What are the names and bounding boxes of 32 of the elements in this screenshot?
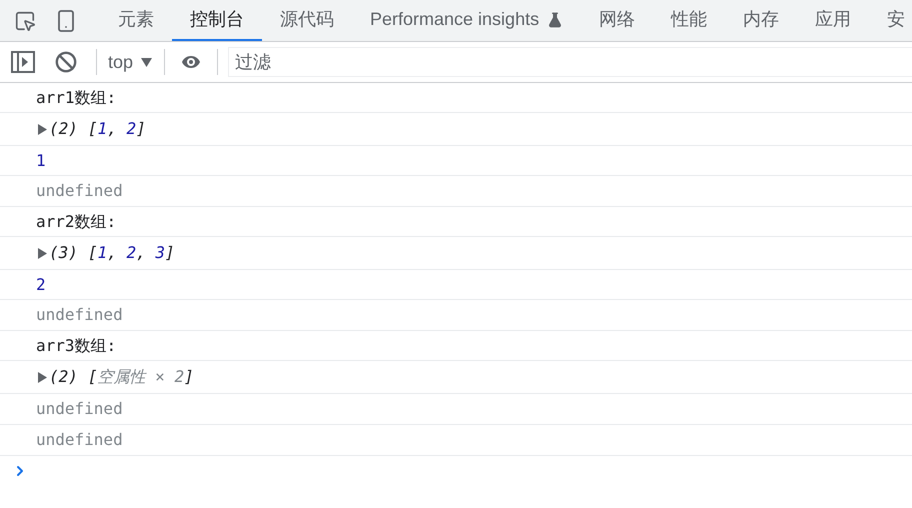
expand-triangle-icon[interactable] xyxy=(38,248,47,258)
expand-triangle-icon[interactable] xyxy=(38,372,47,382)
expand-triangle-icon[interactable] xyxy=(38,124,47,134)
array-preview: [1, 2] xyxy=(88,118,146,140)
undefined-output: undefined xyxy=(36,398,123,420)
number-output: 2 xyxy=(36,274,46,296)
array-preview: [空属性 × 2] xyxy=(88,366,194,388)
filter-field[interactable]: 过滤 xyxy=(228,47,912,77)
caret-icon xyxy=(141,58,152,66)
panel-tab[interactable]: 元素 xyxy=(100,0,172,41)
panel-tab[interactable]: 网络 xyxy=(581,0,654,41)
panel-tab[interactable]: 性能 xyxy=(653,0,726,41)
context-selector[interactable]: top xyxy=(108,48,152,76)
panel-tab[interactable]: 内存 xyxy=(725,0,798,41)
array-length: (2) xyxy=(49,118,78,140)
array-preview: [1, 2, 3] xyxy=(88,242,175,264)
array-length: (2) xyxy=(49,366,78,388)
undefined-output: undefined xyxy=(36,304,123,326)
clear-console-icon[interactable] xyxy=(55,51,77,73)
number-output: 1 xyxy=(36,150,46,172)
panel-tab[interactable]: 源代码 xyxy=(262,0,352,41)
log-message: arr1数组: xyxy=(36,86,116,108)
inspect-element-icon[interactable] xyxy=(14,10,36,32)
undefined-output: undefined xyxy=(36,429,123,451)
panel-tab[interactable]: 应用 xyxy=(797,0,870,41)
log-message: arr3数组: xyxy=(36,334,116,356)
panel-tab[interactable]: Performance insights xyxy=(352,0,582,41)
panel-tab[interactable]: 安 xyxy=(869,0,912,41)
sidebar-toggle-icon[interactable] xyxy=(11,51,35,73)
log-message: arr2数组: xyxy=(36,210,116,232)
undefined-output: undefined xyxy=(36,180,123,202)
array-length: (3) xyxy=(49,242,78,264)
